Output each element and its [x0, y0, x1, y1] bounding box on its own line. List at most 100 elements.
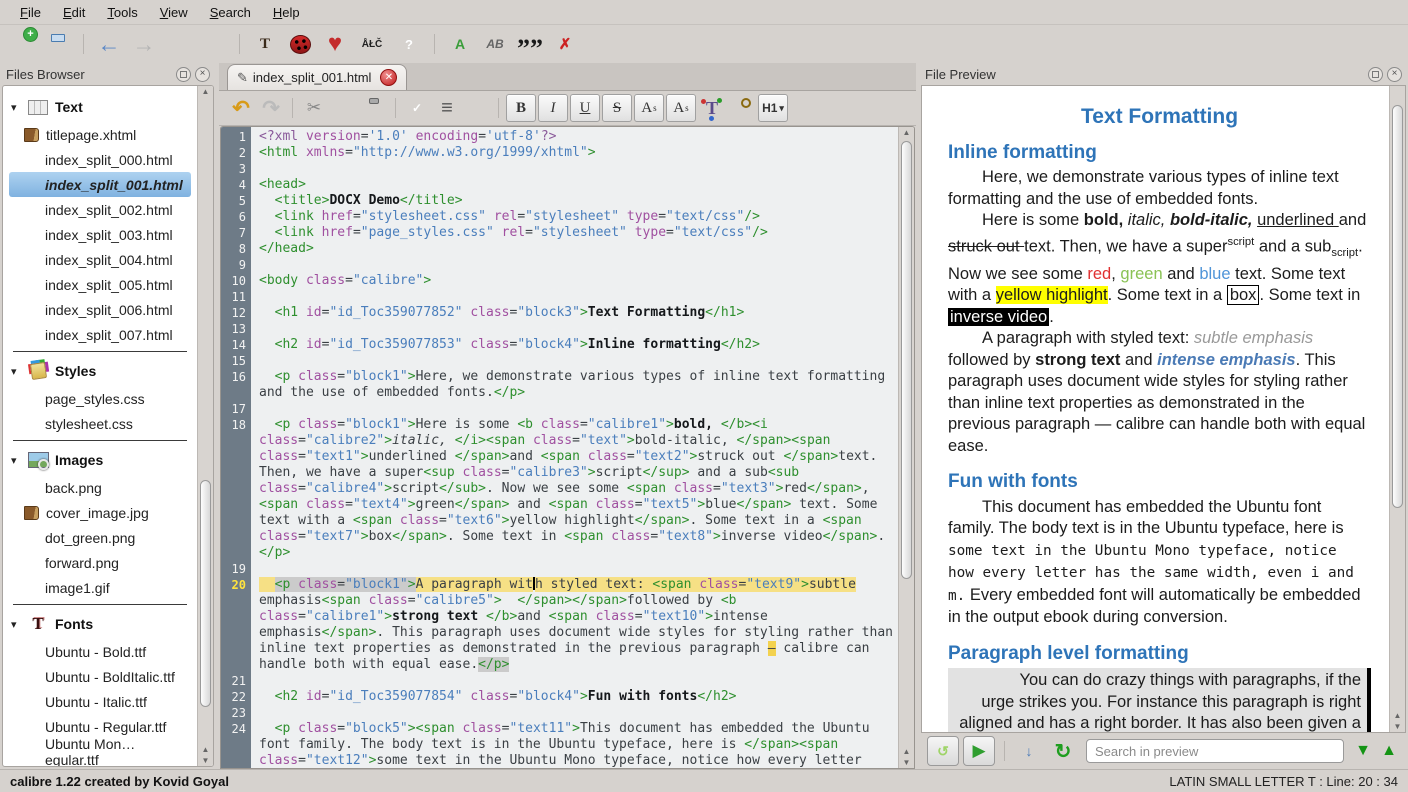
- file-item[interactable]: cover_image.jpg: [9, 500, 191, 525]
- file-item[interactable]: titlepage.xhtml: [9, 122, 191, 147]
- code-line-text[interactable]: <p class="block1">A paragraph with style…: [251, 577, 898, 673]
- code-area[interactable]: 1<?xml version='1.0' encoding='utf-8'?>2…: [221, 127, 898, 768]
- code-line-text[interactable]: [251, 705, 898, 721]
- code-line-text[interactable]: [251, 161, 898, 177]
- strikethrough-icon[interactable]: S: [602, 94, 632, 122]
- file-item[interactable]: back.png: [9, 475, 191, 500]
- code-line-text[interactable]: <h1 id="id_Toc359077852" class="block3">…: [251, 305, 898, 321]
- scrollbar-thumb[interactable]: [200, 480, 211, 706]
- scroll-down-icon[interactable]: ▼: [198, 755, 213, 766]
- find-next-icon[interactable]: ▼: [1352, 737, 1374, 765]
- file-item[interactable]: page_styles.css: [9, 386, 191, 411]
- code-line-text[interactable]: <body class="calibre">: [251, 273, 898, 289]
- scroll-up-icon[interactable]: ▲: [899, 127, 914, 138]
- redo-icon[interactable]: ↷: [257, 95, 285, 121]
- file-item[interactable]: Ubuntu - Bold.ttf: [9, 639, 191, 664]
- code-line-text[interactable]: <?xml version='1.0' encoding='utf-8'?>: [251, 129, 898, 145]
- find-prev-icon[interactable]: ▲: [1378, 737, 1400, 765]
- menu-tools[interactable]: Tools: [97, 3, 147, 22]
- code-line-text[interactable]: </head>: [251, 241, 898, 257]
- save-icon[interactable]: [43, 30, 73, 58]
- close-icon[interactable]: [195, 67, 210, 82]
- quotes-icon[interactable]: ””: [515, 25, 545, 63]
- code-line-text[interactable]: <p class="block5"><span class="text11">T…: [251, 721, 898, 768]
- code-line-text[interactable]: <title>DOCX Demo</title>: [251, 193, 898, 209]
- scrollbar-thumb[interactable]: [1392, 105, 1403, 508]
- help-icon[interactable]: ?: [394, 30, 424, 58]
- file-item[interactable]: index_split_002.html: [9, 197, 191, 222]
- fix-html-icon[interactable]: ✓: [403, 95, 431, 121]
- section-styles[interactable]: ▾Styles: [3, 356, 197, 386]
- copy-icon[interactable]: [330, 95, 358, 121]
- code-line-text[interactable]: <p class="block1">Here, we demonstrate v…: [251, 369, 898, 401]
- code-line-text[interactable]: <html xmlns="http://www.w3.org/1999/xhtm…: [251, 145, 898, 161]
- superscript-icon[interactable]: A: [666, 94, 696, 122]
- file-item[interactable]: Ubuntu - BoldItalic.ttf: [9, 664, 191, 689]
- file-item[interactable]: index_split_001.html: [9, 172, 191, 197]
- auto-reload-icon[interactable]: ↺: [927, 736, 959, 766]
- back-arrow-icon[interactable]: ←: [94, 30, 124, 58]
- file-item[interactable]: image1.gif: [9, 575, 191, 600]
- editor-scrollbar[interactable]: ▲ ▲ ▼: [898, 127, 914, 768]
- paste-icon[interactable]: [360, 95, 388, 121]
- file-item[interactable]: Ubuntu - Italic.ttf: [9, 689, 191, 714]
- insert-image-icon[interactable]: [463, 95, 491, 121]
- menu-search[interactable]: Search: [200, 3, 261, 22]
- preview-document[interactable]: Text Formatting Inline formattingHere, w…: [922, 86, 1389, 732]
- code-line-text[interactable]: [251, 321, 898, 337]
- scrollbar-thumb[interactable]: [901, 141, 912, 579]
- file-item[interactable]: dot_green.png: [9, 525, 191, 550]
- sync-position-icon[interactable]: ↓: [1014, 737, 1044, 765]
- record-icon[interactable]: [199, 30, 229, 58]
- italic-icon[interactable]: I: [538, 94, 568, 122]
- scroll-up-icon[interactable]: ▲: [1390, 710, 1405, 721]
- section-text[interactable]: ▾Text: [3, 92, 197, 122]
- subscript-icon[interactable]: A: [634, 94, 664, 122]
- files-scrollbar[interactable]: ▲ ▲ ▼: [197, 86, 213, 766]
- run-icon[interactable]: ▶: [963, 736, 995, 766]
- file-item[interactable]: stylesheet.css: [9, 411, 191, 436]
- search-input[interactable]: [1086, 739, 1344, 763]
- file-item[interactable]: index_split_004.html: [9, 247, 191, 272]
- section-fonts[interactable]: ▾TFonts: [3, 609, 197, 639]
- broom-icon[interactable]: ✗: [550, 30, 580, 58]
- preview-scrollbar[interactable]: ▲ ▼: [1389, 86, 1405, 732]
- scroll-up-icon[interactable]: ▲: [899, 746, 914, 757]
- case-change-icon[interactable]: AB: [480, 30, 510, 58]
- code-line-text[interactable]: [251, 673, 898, 689]
- forward-arrow-icon[interactable]: →: [129, 30, 159, 58]
- float-icon[interactable]: [1368, 67, 1383, 82]
- code-line-text[interactable]: [251, 257, 898, 273]
- special-char-icon[interactable]: T: [698, 95, 726, 121]
- tab-close-icon[interactable]: ✕: [380, 69, 397, 86]
- scroll-up-icon[interactable]: ▲: [198, 86, 213, 97]
- code-line-text[interactable]: [251, 353, 898, 369]
- new-file-icon[interactable]: [8, 30, 38, 58]
- scroll-up-icon[interactable]: ▲: [198, 744, 213, 755]
- code-line-text[interactable]: <head>: [251, 177, 898, 193]
- code-line-text[interactable]: <link href="stylesheet.css" rel="stylesh…: [251, 209, 898, 225]
- code-line-text[interactable]: [251, 401, 898, 417]
- cut-icon[interactable]: ✂: [300, 95, 328, 121]
- file-item[interactable]: index_split_000.html: [9, 147, 191, 172]
- code-line-text[interactable]: [251, 289, 898, 305]
- menu-file[interactable]: File: [10, 3, 51, 22]
- float-icon[interactable]: [176, 67, 191, 82]
- file-item[interactable]: index_split_003.html: [9, 222, 191, 247]
- background-color-icon[interactable]: [728, 95, 756, 121]
- letter-tile-icon[interactable]: T: [250, 30, 280, 58]
- beautify-icon[interactable]: ≡: [433, 95, 461, 121]
- underline-icon[interactable]: U: [570, 94, 600, 122]
- signature-icon[interactable]: A: [445, 30, 475, 58]
- file-item[interactable]: index_split_005.html: [9, 272, 191, 297]
- menu-edit[interactable]: Edit: [53, 3, 95, 22]
- heart-icon[interactable]: ♥: [320, 30, 350, 58]
- file-item[interactable]: index_split_007.html: [9, 322, 191, 347]
- file-item[interactable]: forward.png: [9, 550, 191, 575]
- bold-icon[interactable]: B: [506, 94, 536, 122]
- section-images[interactable]: ▾Images: [3, 445, 197, 475]
- ladybug-icon[interactable]: [285, 30, 315, 58]
- file-item[interactable]: Ubuntu Mon…egular.ttf: [9, 739, 191, 764]
- code-line-text[interactable]: <p class="block1">Here is some <b class=…: [251, 417, 898, 561]
- close-icon[interactable]: [1387, 67, 1402, 82]
